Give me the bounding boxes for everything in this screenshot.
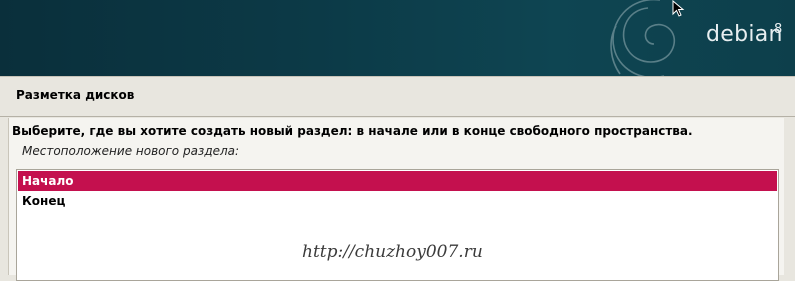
debian-logo-text: debian (706, 22, 783, 47)
list-item-start[interactable]: Начало (18, 171, 777, 191)
debian-version: 8 (774, 22, 783, 37)
divider (0, 116, 795, 117)
installer-banner: debian 8 (0, 0, 795, 76)
question-text: Выберите, где вы хотите создать новый ра… (12, 124, 693, 138)
debian-swirl-icon (610, 0, 676, 76)
prompt-label: Местоположение нового раздела: (22, 144, 240, 158)
mouse-pointer-icon (672, 0, 685, 17)
watermark-text: http://chuzhoy007.ru (302, 242, 483, 262)
partition-location-list[interactable]: Начало Конец (16, 169, 779, 281)
section-title: Разметка дисков (16, 88, 135, 102)
list-item-end[interactable]: Конец (18, 191, 777, 211)
